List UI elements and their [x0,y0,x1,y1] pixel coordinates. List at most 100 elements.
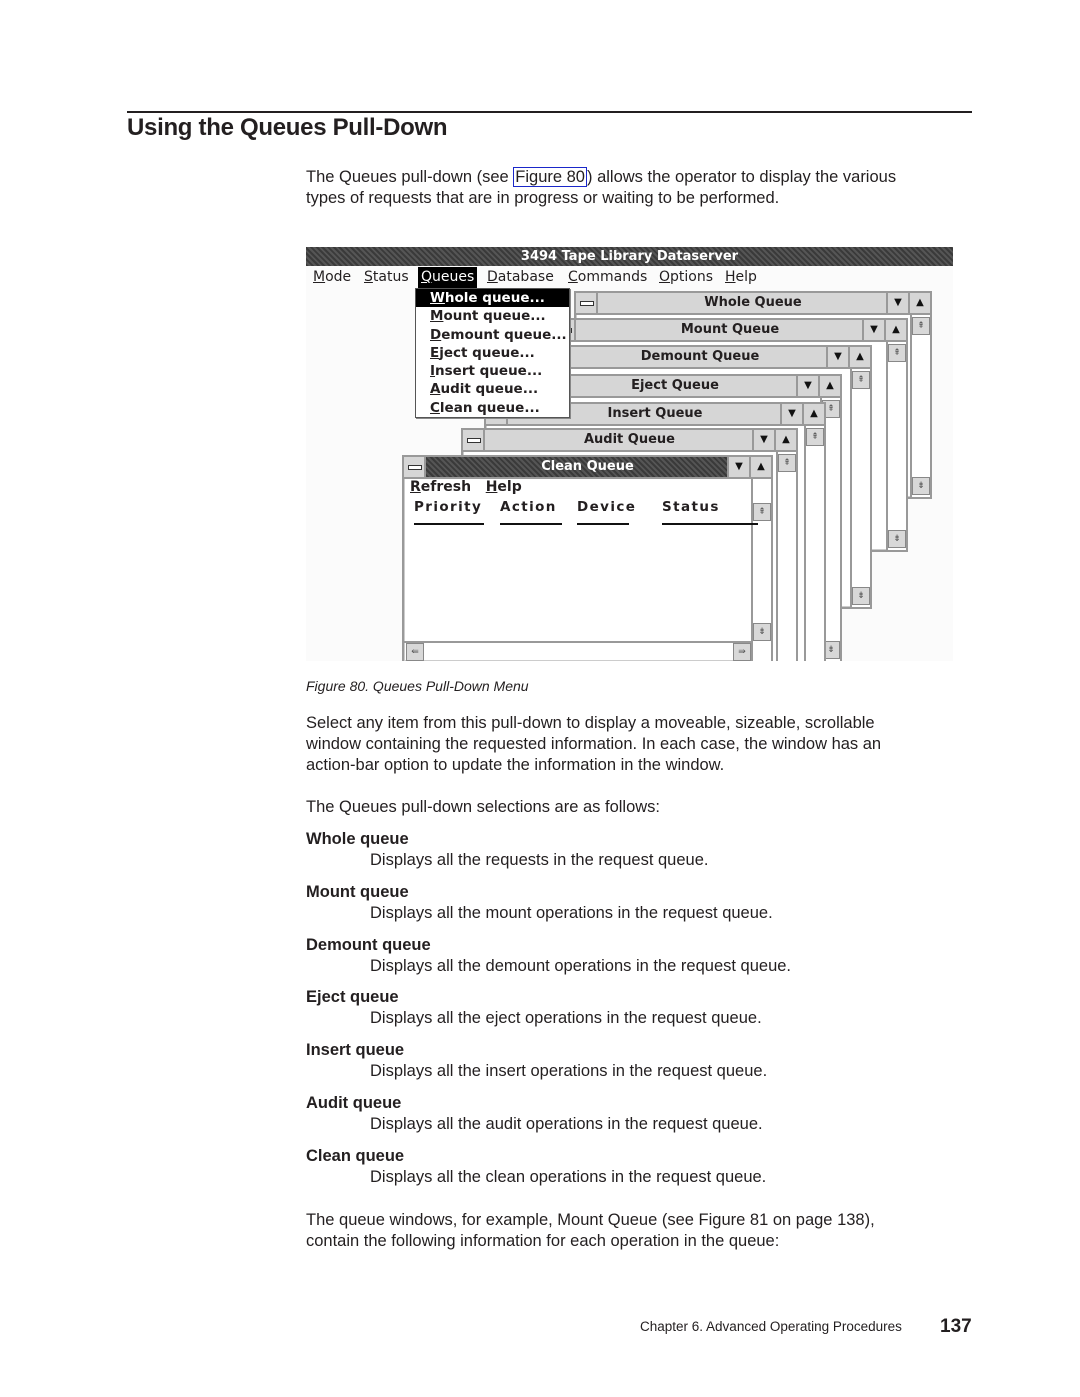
window-title-bar[interactable]: Demount Queue ▼ ▲ [530,347,870,369]
definition-description: Displays all the insert operations in th… [370,1062,768,1081]
window-menu-bar: Refresh Help [410,479,522,495]
maximize-icon[interactable]: ▲ [908,293,930,313]
definition-term: Demount queue [306,935,431,954]
window-clean-queue[interactable]: Clean Queue ▼ ▲ ⇞ ⇟ Refresh Help Priority Actio… [402,455,773,661]
definition-description: Displays all the mount operations in the… [370,903,773,922]
scroll-up-icon[interactable]: ⇞ [753,503,771,521]
minimize-icon[interactable]: ▼ [752,430,774,450]
menu-queues[interactable]: Queues [418,267,478,288]
menu-database[interactable]: Database [484,267,557,288]
para-line: Select any item from this pull-down to d… [306,714,875,732]
vertical-scrollbar[interactable]: ⇞⇟ [776,452,796,661]
queues-pulldown-figure: 3494 Tape Library Dataserver Mode Status Q… [306,247,953,661]
window-title-bar[interactable]: Clean Queue ▼ ▲ [404,457,771,479]
dropdown-item-whole[interactable]: Whole queue... [416,289,569,308]
definition-description: Displays all the clean operations in the… [370,1167,767,1186]
closing-paragraph: The queue windows, for example, Mount Qu… [306,1210,956,1252]
window-title: Eject Queue [631,378,719,393]
scroll-up-icon[interactable]: ⇞ [888,344,906,362]
definition-description: Displays all the requests in the request… [370,851,709,869]
scroll-up-icon[interactable]: ⇞ [912,317,930,335]
footer-chapter: Chapter 6. Advanced Operating Procedures [640,1319,902,1334]
para-line: action-bar option to update the informat… [306,756,725,774]
vertical-scrollbar[interactable]: ⇞⇟ [886,342,906,550]
minimize-icon[interactable]: ▼ [886,293,908,313]
window-title: Mount Queue [680,322,780,337]
definition-term: Mount queue [306,882,409,901]
dropdown-item-audit[interactable]: Audit queue... [416,380,569,398]
menu-commands[interactable]: Commands [565,267,650,288]
menu-options[interactable]: Options [656,267,716,288]
menu-help[interactable]: Help [722,267,760,288]
maximize-icon[interactable]: ▲ [802,404,824,424]
dropdown-item-insert[interactable]: Insert queue... [416,362,569,380]
scroll-up-icon[interactable]: ⇞ [778,454,796,472]
definition-description: Displays all the demount operations in t… [370,956,792,975]
dropdown-item-mount[interactable]: Mount queue... [416,307,569,325]
vertical-scrollbar[interactable]: ⇞⇟ [910,315,930,497]
section-title: Using the Queues Pull-Down [127,114,448,141]
dropdown-item-eject[interactable]: Eject queue... [416,344,569,362]
window-title-bar[interactable]: Audit Queue ▼ ▲ [463,430,796,452]
system-menu-icon[interactable] [463,430,485,450]
intro-text-cont: ) allows the operator to display the var… [587,168,897,186]
figure-80-link[interactable]: Figure 80 [513,167,587,187]
column-header-priority: Priority [414,499,483,515]
vertical-scrollbar[interactable]: ⇞⇟ [804,426,824,661]
column-underline [577,523,629,525]
column-underline [414,523,484,525]
menu-status[interactable]: Status [361,267,412,288]
definition-term: Eject queue [306,988,399,1007]
definition-term: Audit queue [306,1094,402,1112]
menu-help[interactable]: Help [486,479,522,495]
window-title: Clean Queue [541,459,634,474]
menu-mode[interactable]: Mode [310,267,354,288]
selection-paragraph: Select any item from this pull-down to d… [306,713,956,776]
para-line: window containing the requested informat… [306,735,882,753]
definition-term: Whole queue [306,830,409,848]
vertical-scrollbar[interactable]: ⇞⇟ [751,479,771,661]
horizontal-scrollbar[interactable]: ⇚ ⇛ [404,641,753,661]
para-line: The queue windows, for example, Mount Qu… [306,1211,875,1229]
app-title-bar: 3494 Tape Library Dataserver [306,247,953,266]
definition-term: Clean queue [306,1146,405,1165]
maximize-icon[interactable]: ▲ [818,376,840,396]
scroll-down-icon[interactable]: ⇟ [912,477,930,495]
minimize-icon[interactable]: ▼ [780,404,802,424]
menu-bar: Mode Status Queues Database Commands Options H… [306,267,953,288]
system-menu-icon[interactable] [404,457,426,477]
window-title: Whole Queue [704,295,802,310]
intro-line-2: types of requests that are in progress o… [306,189,780,207]
maximize-icon[interactable]: ▲ [749,457,771,477]
column-header-device: Device [577,499,637,515]
window-title-bar[interactable]: Whole Queue ▼ ▲ [576,293,930,315]
dropdown-item-clean[interactable]: Clean queue... [416,399,569,417]
minimize-icon[interactable]: ▼ [727,457,749,477]
queues-dropdown: Whole queue... Mount queue... Demount queu… [415,288,570,418]
para-line: contain the following information for ea… [306,1232,780,1250]
page-number: 137 [940,1316,972,1337]
maximize-icon[interactable]: ▲ [848,347,870,367]
column-header-status: Status [662,499,720,515]
definition-description: Displays all the audit operations in the… [370,1115,763,1133]
column-underline [662,523,758,525]
minimize-icon[interactable]: ▼ [826,347,848,367]
system-menu-icon[interactable] [576,293,598,313]
scroll-down-icon[interactable]: ⇟ [753,623,771,641]
minimize-icon[interactable]: ▼ [796,376,818,396]
scroll-left-icon[interactable]: ⇚ [406,643,424,661]
scroll-up-icon[interactable]: ⇞ [806,428,824,446]
scroll-up-icon[interactable]: ⇞ [852,371,870,389]
vertical-scrollbar[interactable]: ⇞⇟ [850,369,870,607]
figure-caption: Figure 80. Queues Pull-Down Menu [306,678,529,694]
dropdown-item-demount[interactable]: Demount queue... [416,326,569,344]
scroll-down-icon[interactable]: ⇟ [888,530,906,548]
menu-refresh[interactable]: Refresh [410,479,471,495]
minimize-icon[interactable]: ▼ [862,320,884,340]
selections-intro: The Queues pull-down selections are as f… [306,798,661,816]
maximize-icon[interactable]: ▲ [884,320,906,340]
window-title-bar[interactable]: Mount Queue ▼ ▲ [554,320,906,342]
scroll-down-icon[interactable]: ⇟ [852,587,870,605]
scroll-right-icon[interactable]: ⇛ [733,643,751,661]
maximize-icon[interactable]: ▲ [774,430,796,450]
